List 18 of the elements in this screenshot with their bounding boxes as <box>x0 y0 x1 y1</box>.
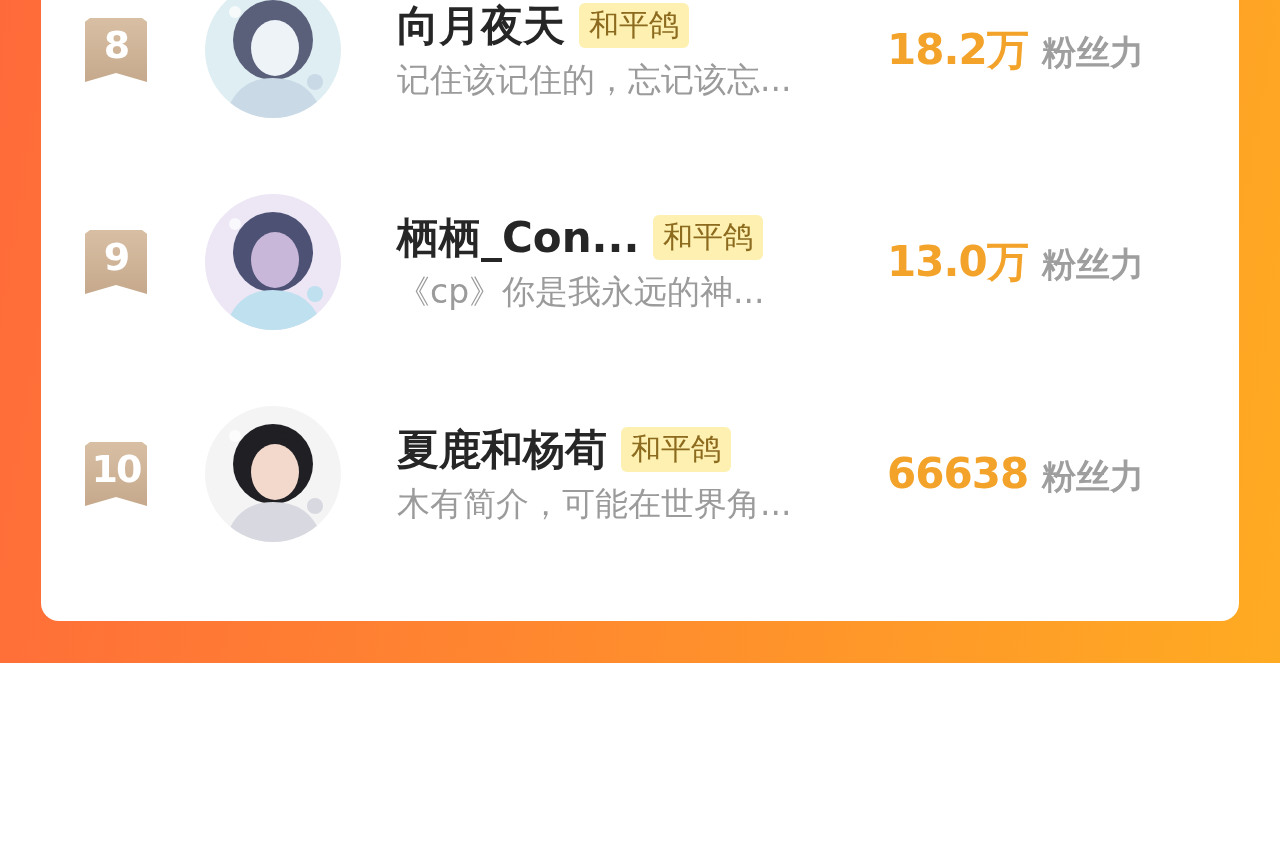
user-name[interactable]: 夏鹿和杨荀 <box>397 421 607 478</box>
fan-score: 66638 <box>887 448 1029 498</box>
user-tag: 和平鸽 <box>653 215 764 260</box>
user-name[interactable]: 栖栖_Con... <box>397 209 640 266</box>
score-label: 粉丝力 <box>1042 454 1145 498</box>
score-label: 粉丝力 <box>1041 31 1144 74</box>
user-bio: 木有简介，可能在世界角... <box>397 482 793 525</box>
user-tag: 和平鸽 <box>579 3 689 48</box>
rank-badge: 9 <box>85 230 147 294</box>
score-label: 粉丝力 <box>1041 243 1144 286</box>
user-tag: 和平鸽 <box>621 427 731 472</box>
fan-score: 13.0万 <box>887 236 1028 288</box>
fan-score: 18.2万 <box>887 24 1028 76</box>
user-bio: 记住该记住的，忘记该忘... <box>397 58 793 101</box>
rank-badge: 10 <box>85 442 147 506</box>
user-bio: 《cp》你是我永远的神... <box>397 270 766 313</box>
rank-badge: 8 <box>85 18 147 82</box>
user-name[interactable]: 向月夜天 <box>397 0 565 54</box>
